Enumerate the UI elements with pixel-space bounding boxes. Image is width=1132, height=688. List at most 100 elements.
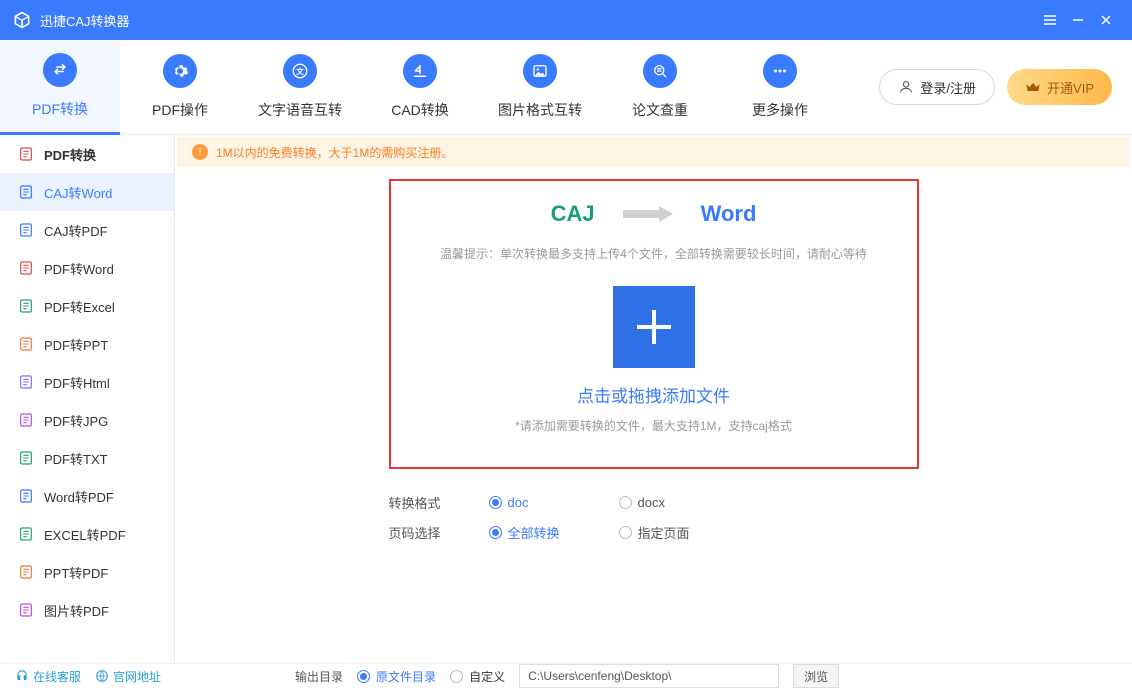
nav-cad[interactable]: CAD转换 xyxy=(360,40,480,135)
file-icon xyxy=(18,260,34,276)
sidebar-item-3[interactable]: PDF转Word xyxy=(0,249,174,287)
sidebar-item-10[interactable]: EXCEL转PDF xyxy=(0,515,174,553)
nav-label: 图片格式互转 xyxy=(498,100,582,120)
customer-service-link[interactable]: 在线客服 xyxy=(15,668,81,685)
output-dir-label: 输出目录 xyxy=(295,668,343,685)
language-icon: 文 xyxy=(283,54,317,88)
nav-label: 论文查重 xyxy=(632,100,688,120)
nav-label: 文字语音互转 xyxy=(258,100,342,120)
sidebar-item-6[interactable]: PDF转Html xyxy=(0,363,174,401)
user-icon xyxy=(898,79,914,95)
file-icon xyxy=(18,526,34,542)
sidebar-item-label: EXCEL转PDF xyxy=(44,525,126,544)
drag-text: 点击或拖拽添加文件 xyxy=(577,382,730,407)
radio-docx[interactable]: docx xyxy=(619,495,749,510)
sidebar-item-9[interactable]: Word转PDF xyxy=(0,477,174,515)
nav-plagiarism[interactable]: 论文查重 xyxy=(600,40,720,135)
sidebar-item-label: CAJ转Word xyxy=(44,183,112,202)
content-area: ! 1M以内的免费转换，大于1M的需购买注册。 CAJ Word 温馨提示：单次… xyxy=(175,135,1132,663)
menu-button[interactable] xyxy=(1036,6,1064,34)
file-icon xyxy=(18,374,34,390)
sidebar-item-label: PDF转Html xyxy=(44,373,110,392)
file-icon xyxy=(18,298,34,314)
footer: 在线客服 官网地址 输出目录 原文件目录 自定义 浏览 xyxy=(0,663,1132,688)
plus-icon xyxy=(629,302,679,352)
sidebar-item-label: CAJ转PDF xyxy=(44,221,108,240)
file-icon xyxy=(18,336,34,352)
info-icon: ! xyxy=(192,144,208,160)
output-path-input[interactable] xyxy=(519,664,779,688)
image-icon xyxy=(523,54,557,88)
sidebar-item-12[interactable]: 图片转PDF xyxy=(0,591,174,629)
nav-label: PDF转换 xyxy=(32,99,88,119)
file-icon xyxy=(18,602,34,618)
page-label: 页码选择 xyxy=(389,523,489,542)
sidebar-item-label: 图片转PDF xyxy=(44,601,109,620)
top-nav: PDF转换 PDF操作 文 文字语音互转 CAD转换 图片格式互转 论文查重 更… xyxy=(0,40,1132,135)
nav-label: CAD转换 xyxy=(391,100,449,120)
login-button[interactable]: 登录/注册 xyxy=(879,69,995,105)
vip-label: 开通VIP xyxy=(1047,78,1094,97)
app-title: 迅捷CAJ转换器 xyxy=(40,11,1036,30)
add-file-button[interactable] xyxy=(613,286,695,368)
sidebar-item-label: PDF转TXT xyxy=(44,449,108,468)
sidebar-item-2[interactable]: CAJ转PDF xyxy=(0,211,174,249)
browse-button[interactable]: 浏览 xyxy=(793,664,839,688)
website-link[interactable]: 官网地址 xyxy=(95,668,161,685)
sidebar-item-label: PDF转换 xyxy=(44,145,96,164)
vip-button[interactable]: 开通VIP xyxy=(1007,69,1112,105)
file-icon xyxy=(18,450,34,466)
nav-pdf-ops[interactable]: PDF操作 xyxy=(120,40,240,135)
file-icon xyxy=(18,412,34,428)
file-icon xyxy=(18,184,34,200)
sidebar-item-7[interactable]: PDF转JPG xyxy=(0,401,174,439)
search-doc-icon xyxy=(643,54,677,88)
crown-icon xyxy=(1025,79,1041,95)
sidebar-item-label: PDF转JPG xyxy=(44,411,108,430)
sidebar-item-label: PDF转PPT xyxy=(44,335,108,354)
minimize-button[interactable] xyxy=(1064,6,1092,34)
globe-icon xyxy=(95,669,109,683)
sidebar: PDF转换 CAJ转Word CAJ转PDF PDF转Word PDF转Excel PDF… xyxy=(0,135,175,663)
close-button[interactable] xyxy=(1092,6,1120,34)
sidebar-item-11[interactable]: PPT转PDF xyxy=(0,553,174,591)
nav-label: PDF操作 xyxy=(152,100,208,120)
file-icon xyxy=(18,564,34,580)
file-icon xyxy=(18,488,34,504)
gear-icon xyxy=(163,54,197,88)
dropzone[interactable]: CAJ Word 温馨提示：单次转换最多支持上传4个文件，全部转换需要较长时间，… xyxy=(389,179,919,469)
notice-text: 1M以内的免费转换，大于1M的需购买注册。 xyxy=(216,144,453,161)
source-format: CAJ xyxy=(551,201,595,227)
target-format: Word xyxy=(701,201,757,227)
conversion-tip: 温馨提示：单次转换最多支持上传4个文件，全部转换需要较长时间，请耐心等待 xyxy=(440,245,867,262)
nav-tts[interactable]: 文 文字语音互转 xyxy=(240,40,360,135)
sidebar-item-8[interactable]: PDF转TXT xyxy=(0,439,174,477)
arrow-right-icon xyxy=(623,206,673,222)
login-label: 登录/注册 xyxy=(920,78,976,97)
titlebar: 迅捷CAJ转换器 xyxy=(0,0,1132,40)
conversion-heading: CAJ Word xyxy=(551,201,757,227)
radio-all-pages[interactable]: 全部转换 xyxy=(489,523,619,542)
radio-custom-pages[interactable]: 指定页面 xyxy=(619,523,749,542)
nav-more[interactable]: 更多操作 xyxy=(720,40,840,135)
sidebar-item-label: PPT转PDF xyxy=(44,563,108,582)
nav-label: 更多操作 xyxy=(752,100,808,120)
nav-pdf-convert[interactable]: PDF转换 xyxy=(0,40,120,135)
sidebar-item-0[interactable]: PDF转换 xyxy=(0,135,174,173)
sidebar-item-label: PDF转Word xyxy=(44,259,114,278)
svg-text:文: 文 xyxy=(296,66,304,76)
radio-original-dir[interactable]: 原文件目录 xyxy=(357,668,436,685)
cad-icon xyxy=(403,54,437,88)
radio-custom-dir[interactable]: 自定义 xyxy=(450,668,505,685)
radio-doc[interactable]: doc xyxy=(489,495,619,510)
sidebar-item-5[interactable]: PDF转PPT xyxy=(0,325,174,363)
headset-icon xyxy=(15,669,29,683)
sidebar-item-4[interactable]: PDF转Excel xyxy=(0,287,174,325)
app-logo-icon xyxy=(12,10,32,30)
swap-icon xyxy=(43,53,77,87)
file-icon xyxy=(18,222,34,238)
file-hint: *请添加需要转换的文件，最大支持1M，支持caj格式 xyxy=(515,417,792,434)
sidebar-item-1[interactable]: CAJ转Word xyxy=(0,173,174,211)
sidebar-item-label: Word转PDF xyxy=(44,487,114,506)
nav-image[interactable]: 图片格式互转 xyxy=(480,40,600,135)
